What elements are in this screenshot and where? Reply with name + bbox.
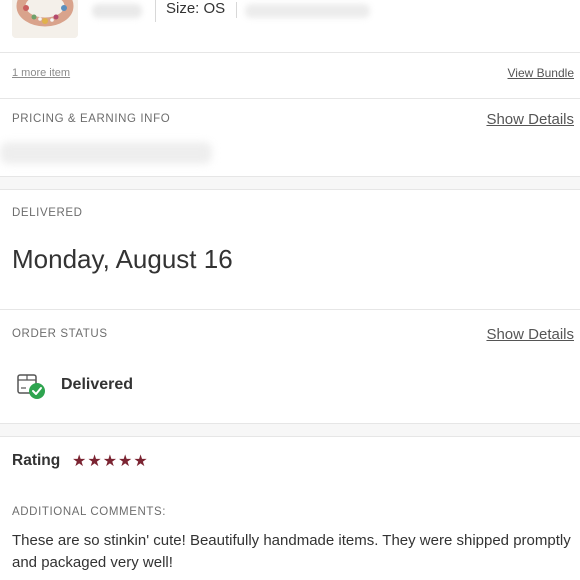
order-status-show-details-link[interactable]: Show Details [486,326,574,343]
divider [0,309,580,310]
blurred-item-info [245,4,370,18]
order-status-value: Delivered [61,376,134,393]
item-thumbnail[interactable] [12,0,78,38]
blurred-item-title [92,4,142,18]
pricing-section-label: PRICING & EARNING INFO [12,113,171,125]
section-gap [0,424,580,436]
rating-stars: ★★★★★ [72,453,149,470]
scrunchie-image [12,0,78,38]
delivered-section-label: DELIVERED [12,207,83,219]
item-size: Size: OS [166,0,226,17]
view-bundle-link[interactable]: View Bundle [508,66,575,80]
divider [0,98,580,99]
comments-label: ADDITIONAL COMMENTS: [12,506,167,518]
comment-text: These are so stinkin' cute! Beautifully … [12,532,571,571]
divider [0,436,580,437]
divider [0,52,580,53]
package-check-icon [16,371,48,401]
blurred-pricing-info [0,142,212,164]
divider [0,189,580,190]
divider [155,0,156,22]
delivery-date: Monday, August 16 [12,244,233,274]
order-status-label: ORDER STATUS [12,328,108,340]
rating-label: Rating [12,452,61,469]
more-items-link[interactable]: 1 more item [12,67,70,79]
pricing-show-details-link[interactable]: Show Details [486,111,574,128]
divider [236,2,237,18]
section-gap [0,177,580,189]
